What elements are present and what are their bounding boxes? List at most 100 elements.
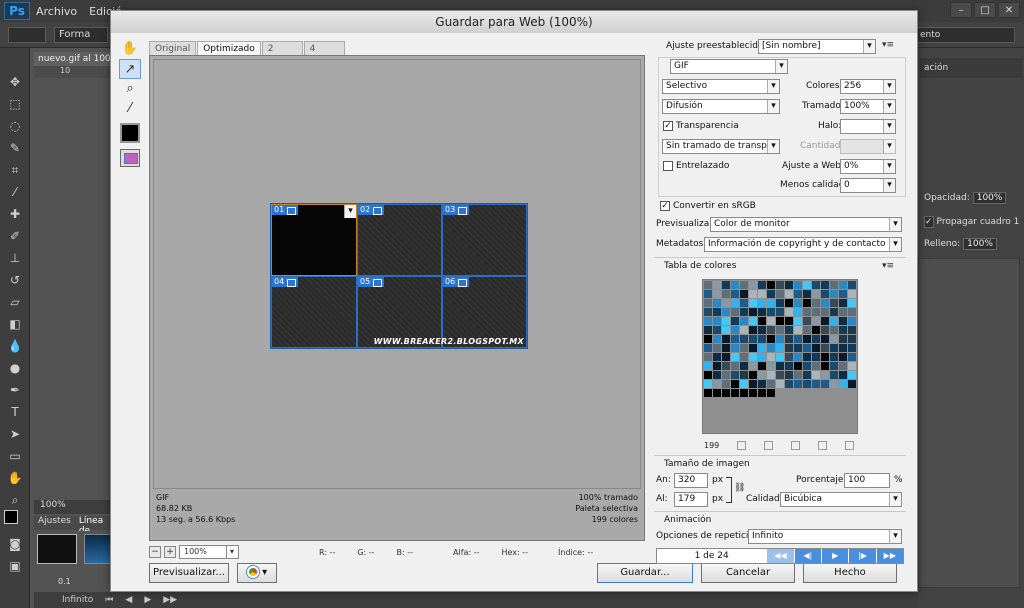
color-swatch[interactable] (803, 317, 811, 325)
color-swatch[interactable] (713, 362, 721, 370)
color-swatch[interactable] (794, 371, 802, 379)
color-swatch[interactable] (785, 290, 793, 298)
color-swatch[interactable] (722, 308, 730, 316)
color-swatch[interactable] (812, 380, 820, 388)
color-swatch[interactable] (767, 362, 775, 370)
color-swatch[interactable] (794, 290, 802, 298)
crop-tool-icon[interactable]: ⌗ (7, 162, 23, 178)
zoom-tool-icon[interactable]: ⌕ (119, 79, 141, 99)
next-frame-icon[interactable]: |▶ (848, 549, 876, 563)
color-swatch[interactable] (839, 308, 847, 316)
document-tab[interactable]: nuevo.gif al 100 (34, 52, 114, 66)
color-swatch[interactable] (722, 299, 730, 307)
color-swatch[interactable] (785, 371, 793, 379)
color-swatch[interactable] (767, 317, 775, 325)
lock-color-icon[interactable] (791, 440, 801, 450)
color-swatch[interactable] (839, 380, 847, 388)
color-swatch[interactable] (794, 299, 802, 307)
move-tool-icon[interactable]: ✥ (7, 74, 23, 90)
layers-list[interactable] (918, 258, 1020, 588)
color-swatch[interactable] (731, 317, 739, 325)
info-speed[interactable]: 13 seg. a 56.6 Kbps (156, 514, 235, 525)
color-swatch[interactable] (830, 362, 838, 370)
slice-04[interactable]: 04 (271, 276, 357, 348)
stamp-tool-icon[interactable]: ⊥ (7, 250, 23, 266)
optimize-menu-icon[interactable]: ▾≡ (882, 40, 894, 50)
color-swatch[interactable] (812, 299, 820, 307)
color-swatch[interactable] (794, 308, 802, 316)
shape-preset-picker[interactable] (8, 27, 46, 43)
color-swatch[interactable] (821, 317, 829, 325)
color-swatch[interactable] (785, 362, 793, 370)
color-swatch[interactable] (776, 380, 784, 388)
color-swatch[interactable] (830, 290, 838, 298)
color-swatch[interactable] (731, 281, 739, 289)
color-swatch[interactable] (740, 353, 748, 361)
color-swatch[interactable] (785, 335, 793, 343)
quick-mask-icon[interactable]: ◙ (7, 536, 23, 552)
color-swatch[interactable] (713, 353, 721, 361)
type-tool-icon[interactable]: T (7, 404, 23, 420)
preview-select[interactable]: Color de monitor (710, 217, 902, 232)
color-swatch[interactable] (758, 335, 766, 343)
color-swatch[interactable] (740, 308, 748, 316)
color-swatch[interactable] (758, 362, 766, 370)
color-swatch[interactable] (740, 335, 748, 343)
color-swatch[interactable] (848, 299, 856, 307)
color-swatch[interactable] (722, 371, 730, 379)
color-swatch[interactable] (803, 362, 811, 370)
color-swatch[interactable] (803, 326, 811, 334)
color-swatch[interactable] (785, 326, 793, 334)
eyedropper-color-swatch[interactable] (120, 123, 140, 143)
color-swatch[interactable] (704, 308, 712, 316)
color-table[interactable] (702, 279, 858, 434)
color-swatch[interactable] (839, 335, 847, 343)
color-swatch[interactable] (758, 389, 766, 397)
color-swatch[interactable] (785, 281, 793, 289)
color-swatch[interactable] (722, 389, 730, 397)
color-swatch[interactable] (740, 299, 748, 307)
new-color-icon[interactable] (818, 440, 828, 450)
preset-select[interactable]: [Sin nombre] (758, 39, 876, 54)
color-swatch[interactable] (758, 308, 766, 316)
color-swatch[interactable] (713, 371, 721, 379)
zoom-in-icon[interactable]: + (164, 546, 176, 558)
color-swatch[interactable] (713, 335, 721, 343)
width-field[interactable]: 320 (674, 473, 708, 488)
play-icon[interactable]: ▶ (144, 595, 151, 605)
color-swatch[interactable] (767, 353, 775, 361)
color-swatch[interactable] (803, 371, 811, 379)
color-swatch[interactable] (722, 344, 730, 352)
color-swatch[interactable] (758, 344, 766, 352)
color-swatch[interactable] (767, 281, 775, 289)
color-swatch[interactable] (758, 290, 766, 298)
web-shift-icon[interactable] (764, 440, 774, 450)
screen-mode-icon[interactable]: ▣ (7, 558, 23, 574)
link-icon[interactable]: ⛓ (734, 483, 745, 493)
metadata-select[interactable]: Información de copyright y de contacto (704, 237, 902, 252)
color-swatch[interactable] (776, 353, 784, 361)
color-swatch[interactable] (722, 362, 730, 370)
color-swatch[interactable] (749, 326, 757, 334)
color-swatch[interactable] (821, 353, 829, 361)
color-swatch[interactable] (722, 290, 730, 298)
color-swatch[interactable] (830, 317, 838, 325)
color-swatch[interactable] (749, 317, 757, 325)
color-swatch[interactable] (767, 371, 775, 379)
dither-amount[interactable]: 100% (840, 99, 896, 114)
color-swatch[interactable] (830, 326, 838, 334)
color-swatch[interactable] (812, 353, 820, 361)
doc-zoom-level[interactable]: 100% (34, 500, 114, 514)
color-swatch[interactable] (749, 389, 757, 397)
color-swatch[interactable] (740, 281, 748, 289)
tab-2-up[interactable]: 2 copias (261, 41, 303, 68)
color-swatch[interactable] (749, 290, 757, 298)
color-swatch[interactable] (830, 335, 838, 343)
color-swatch[interactable] (794, 335, 802, 343)
color-swatch[interactable] (848, 353, 856, 361)
shape-tool-icon[interactable]: ▭ (7, 448, 23, 464)
loop-select[interactable]: Infinito (748, 529, 902, 544)
color-swatch[interactable] (776, 362, 784, 370)
color-swatch[interactable] (758, 371, 766, 379)
color-swatch[interactable] (776, 308, 784, 316)
